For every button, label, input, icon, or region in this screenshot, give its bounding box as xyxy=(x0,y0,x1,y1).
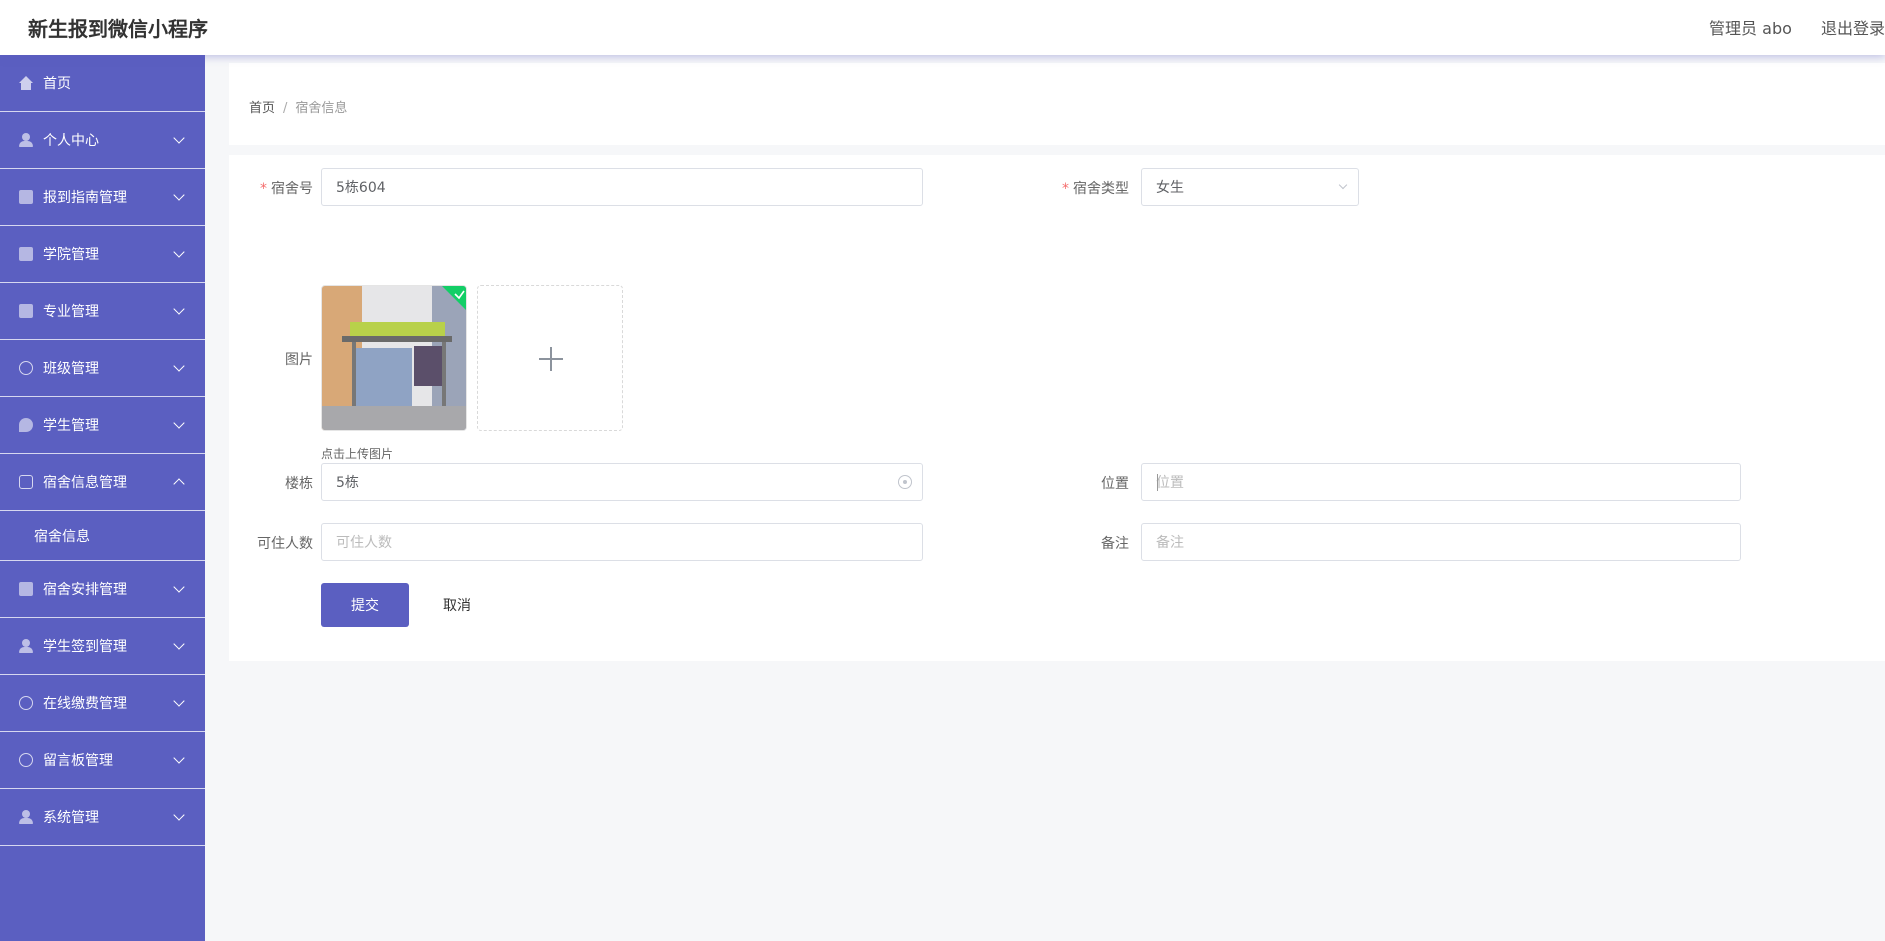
clipboard-icon xyxy=(19,304,33,318)
chevron-down-icon xyxy=(173,246,185,258)
sidebar-item-dorm-arrangement[interactable]: 宿舍安排管理 xyxy=(0,561,205,618)
building-label: 楼栋 xyxy=(285,476,313,492)
chevron-down-icon xyxy=(173,752,185,764)
location-label: 位置 xyxy=(1101,476,1129,492)
dorm-type-select[interactable]: 女生 xyxy=(1141,168,1359,206)
dorm-type-label: * 宿舍类型 xyxy=(1062,181,1129,197)
sidebar-item-label: 宿舍信息管理 xyxy=(43,475,127,491)
dorm-no-label: * 宿舍号 xyxy=(260,181,313,197)
sidebar-item-label: 专业管理 xyxy=(43,304,99,320)
school-icon xyxy=(19,247,33,261)
sidebar-item-guide[interactable]: 报到指南管理 xyxy=(0,169,205,226)
dorm-photo xyxy=(322,286,466,430)
breadcrumb-bar: 首页 / 宿舍信息 xyxy=(229,63,1885,145)
sidebar-subitem-dorm-info[interactable]: 宿舍信息 xyxy=(0,511,205,561)
sidebar-item-home[interactable]: 首页 xyxy=(0,55,205,112)
location-placeholder: 位置 xyxy=(1156,475,1184,491)
main-content: 首页 / 宿舍信息 * 宿舍号 5栋604 * 宿舍类型 女生 图片 点击上传图… xyxy=(205,55,1885,941)
dorm-form: * 宿舍号 5栋604 * 宿舍类型 女生 图片 点击上传图片 楼栋 5栋 位置… xyxy=(229,155,1885,661)
chevron-down-icon xyxy=(173,303,185,315)
ticket-icon xyxy=(19,582,33,596)
breadcrumb-home[interactable]: 首页 xyxy=(249,101,275,116)
sidebar-item-major[interactable]: 专业管理 xyxy=(0,283,205,340)
sidebar-item-personal-center[interactable]: 个人中心 xyxy=(0,112,205,169)
chevron-down-icon xyxy=(173,581,185,593)
chevron-down-icon xyxy=(173,417,185,429)
image-label: 图片 xyxy=(285,352,313,368)
app-title: 新生报到微信小程序 xyxy=(28,17,208,41)
location-icon xyxy=(19,418,33,432)
clear-icon[interactable] xyxy=(898,475,912,489)
plus-icon-vertical xyxy=(550,347,552,371)
chevron-down-icon xyxy=(173,695,185,707)
sidebar-item-student[interactable]: 学生管理 xyxy=(0,397,205,454)
uploaded-image-thumbnail[interactable] xyxy=(321,285,467,431)
sidebar-item-message-board[interactable]: 留言板管理 xyxy=(0,732,205,789)
sidebar-item-class[interactable]: 班级管理 xyxy=(0,340,205,397)
sidebar-item-system[interactable]: 系统管理 xyxy=(0,789,205,846)
briefcase-icon xyxy=(19,190,33,204)
sidebar-item-label: 个人中心 xyxy=(43,133,99,149)
chevron-down-icon xyxy=(173,360,185,372)
sidebar-item-dorm-info[interactable]: 宿舍信息管理 xyxy=(0,454,205,511)
sidebar-item-label: 学院管理 xyxy=(43,247,99,263)
clock-icon xyxy=(19,361,33,375)
chevron-down-icon xyxy=(173,809,185,821)
logout-link[interactable]: 退出登录 xyxy=(1821,19,1885,38)
building-value: 5栋 xyxy=(336,475,359,491)
chevron-up-icon xyxy=(173,478,185,490)
breadcrumb-separator: / xyxy=(283,101,288,116)
top-header: 新生报到微信小程序 管理员 abo 退出登录 xyxy=(0,0,1885,55)
capacity-input[interactable]: 可住人数 xyxy=(321,523,923,561)
chevron-down-icon xyxy=(1338,180,1348,190)
upload-hint: 点击上传图片 xyxy=(321,447,394,461)
breadcrumb-current: 宿舍信息 xyxy=(295,101,348,116)
sidebar-item-label: 系统管理 xyxy=(43,810,99,826)
person-icon xyxy=(19,810,33,824)
home-icon xyxy=(19,76,33,90)
compass-icon xyxy=(19,696,33,710)
breadcrumb: 首页 / 宿舍信息 xyxy=(249,97,347,116)
remark-label: 备注 xyxy=(1101,536,1129,552)
capacity-label: 可住人数 xyxy=(257,536,313,552)
chat-icon xyxy=(19,475,33,489)
chevron-down-icon xyxy=(173,132,185,144)
chevron-down-icon xyxy=(173,638,185,650)
text-caret xyxy=(1157,474,1158,491)
lifebuoy-icon xyxy=(19,753,33,767)
chevron-down-icon xyxy=(173,189,185,201)
dorm-no-input[interactable]: 5栋604 xyxy=(321,168,923,206)
sidebar-item-college[interactable]: 学院管理 xyxy=(0,226,205,283)
sidebar-item-label: 报到指南管理 xyxy=(43,190,127,206)
dorm-type-value: 女生 xyxy=(1156,180,1184,196)
sidebar-item-payment[interactable]: 在线缴费管理 xyxy=(0,675,205,732)
sidebar-item-label: 学生管理 xyxy=(43,418,99,434)
sidebar: 首页 个人中心 报到指南管理 学院管理 专业管理 班级管理 学生管理 宿舍信息管… xyxy=(0,55,205,941)
submit-button[interactable]: 提交 xyxy=(321,583,409,627)
user-icon xyxy=(19,639,33,653)
sidebar-item-label: 班级管理 xyxy=(43,361,99,377)
header-actions: 管理员 abo 退出登录 xyxy=(1709,15,1885,39)
image-upload-button[interactable] xyxy=(477,285,623,431)
sidebar-item-label: 在线缴费管理 xyxy=(43,696,127,712)
remark-input[interactable]: 备注 xyxy=(1141,523,1741,561)
person-icon xyxy=(19,133,33,147)
sidebar-item-label: 宿舍安排管理 xyxy=(43,582,127,598)
user-label[interactable]: 管理员 abo xyxy=(1709,19,1792,38)
sidebar-item-label: 留言板管理 xyxy=(43,753,113,769)
sidebar-item-label: 学生签到管理 xyxy=(43,639,127,655)
building-input[interactable]: 5栋 xyxy=(321,463,923,501)
sidebar-item-label: 首页 xyxy=(43,76,71,92)
sidebar-item-checkin[interactable]: 学生签到管理 xyxy=(0,618,205,675)
location-input[interactable]: 位置 xyxy=(1141,463,1741,501)
cancel-button[interactable]: 取消 xyxy=(425,583,489,627)
